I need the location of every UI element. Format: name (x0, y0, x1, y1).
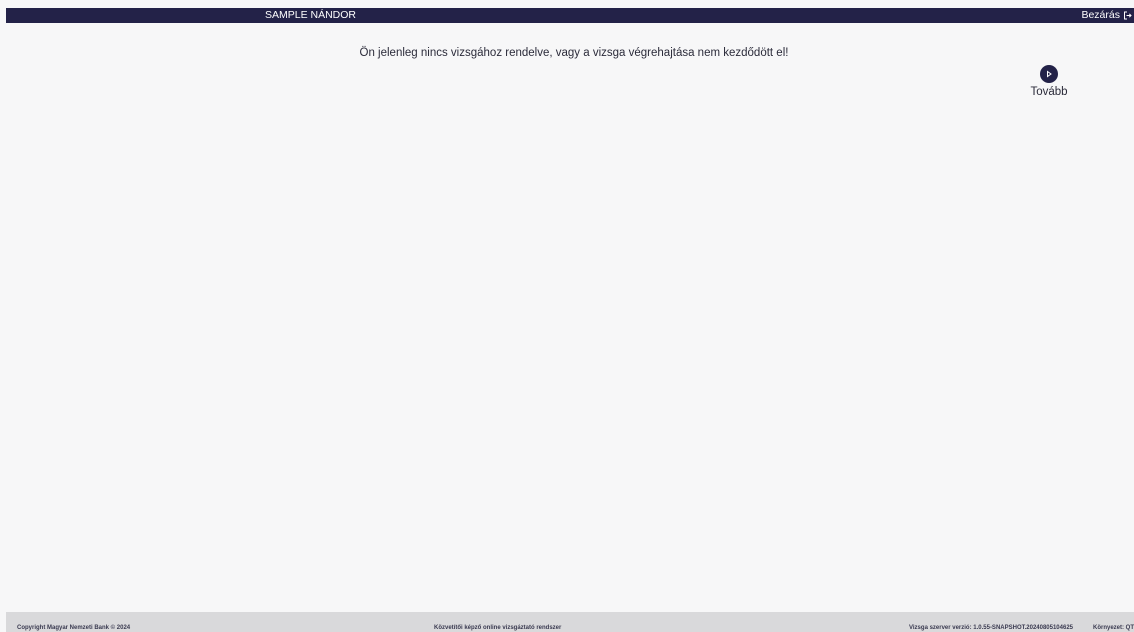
close-label: Bezárás (1081, 9, 1120, 21)
footer: Copyright Magyar Nemzeti Bank © 2024 Köz… (6, 612, 1134, 632)
next-label: Tovább (1030, 86, 1068, 98)
close-button[interactable]: Bezárás (1081, 9, 1132, 22)
top-bar: SAMPLE NÁNDOR Bezárás (6, 8, 1134, 23)
logout-icon (1123, 11, 1132, 20)
next-button[interactable]: Tovább (1024, 65, 1074, 99)
no-exam-message: Ön jelenleg nincs vizsgához rendelve, va… (359, 47, 789, 59)
server-version: Vizsga szerver verzió: 1.0.55-SNAPSHOT.2… (909, 625, 1073, 631)
environment-label: Környezet: QT (1092, 625, 1134, 631)
play-circle-icon[interactable] (1040, 65, 1058, 83)
copyright-text: Copyright Magyar Nemzeti Bank © 2024 (17, 625, 131, 631)
app-window: SAMPLE NÁNDOR Bezárás Ön jelenleg nincs … (0, 0, 1134, 632)
system-name: Közvetítői képző online vizsgáztató rend… (434, 625, 562, 631)
user-name: SAMPLE NÁNDOR (265, 9, 357, 21)
